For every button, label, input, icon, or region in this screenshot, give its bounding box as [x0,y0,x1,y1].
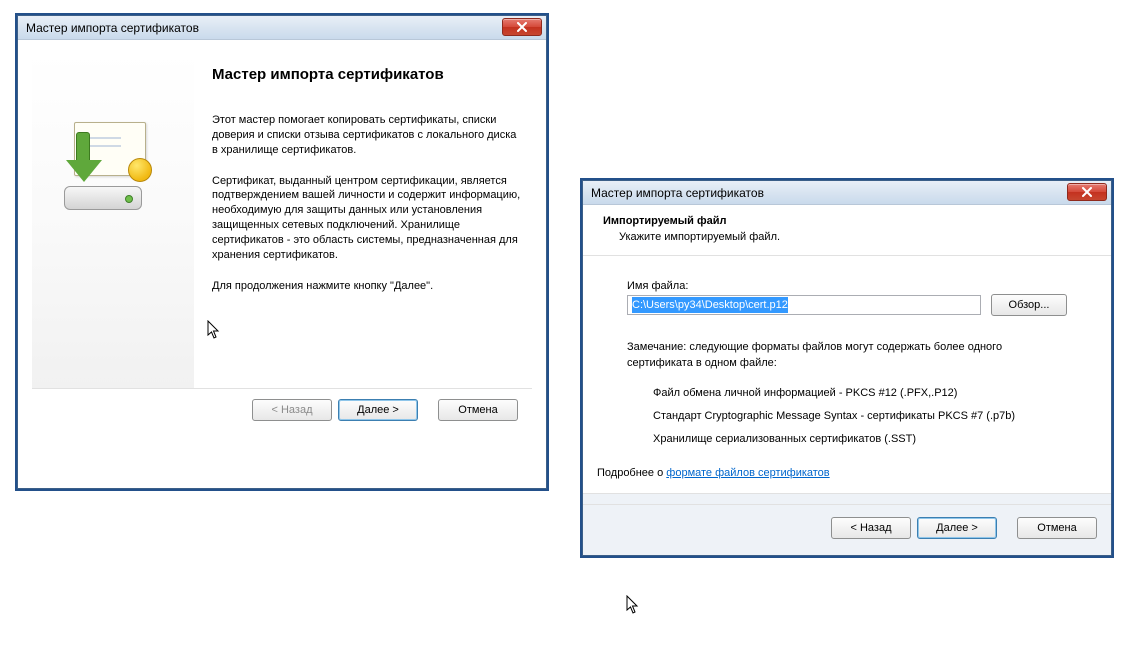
step-subtitle: Укажите импортируемый файл. [619,231,1091,243]
filename-input[interactable]: C:\Users\py34\Desktop\cert.p12 [627,295,981,315]
wizard-heading: Мастер импорта сертификатов [212,66,524,83]
learn-prefix: Подробнее о [597,467,666,479]
cancel-button[interactable]: Отмена [438,399,518,421]
wizard-paragraph: Сертификат, выданный центром сертификаци… [212,174,524,263]
formats-note: Замечание: следующие форматы файлов могу… [627,340,1067,372]
browse-button[interactable]: Обзор... [991,294,1067,316]
filename-label: Имя файла: [627,280,1067,292]
next-button[interactable]: Далее > [917,517,997,539]
filename-value: C:\Users\py34\Desktop\cert.p12 [632,297,788,313]
cancel-button[interactable]: Отмена [1017,517,1097,539]
close-button[interactable] [502,18,542,36]
back-button[interactable]: < Назад [831,517,911,539]
titlebar[interactable]: Мастер импорта сертификатов [18,16,546,40]
format-item: Стандарт Cryptographic Message Syntax - … [653,405,1067,428]
close-icon [1082,187,1092,197]
window-title: Мастер импорта сертификатов [26,21,199,35]
wizard-side-panel [32,52,194,388]
wizard-paragraph: Этот мастер помогает копировать сертифик… [212,113,524,158]
learn-more-line: Подробнее о формате файлов сертификатов [583,459,1111,493]
cursor-icon [626,595,638,613]
step-title: Импортируемый файл [603,215,1091,227]
close-icon [517,22,527,32]
learn-more-link[interactable]: формате файлов сертификатов [666,467,829,479]
window-title: Мастер импорта сертификатов [591,186,764,200]
titlebar[interactable]: Мастер импорта сертификатов [583,181,1111,205]
wizard-step-header: Импортируемый файл Укажите импортируемый… [583,205,1111,256]
button-row: < Назад Далее > Отмена [32,399,532,435]
format-item: Хранилище сериализованных сертификатов (… [653,428,1067,451]
next-button[interactable]: Далее > [338,399,418,421]
format-item: Файл обмена личной информацией - PKCS #1… [653,382,1067,405]
cursor-icon [207,320,219,338]
button-row: < Назад Далее > Отмена [583,504,1111,555]
wizard-paragraph: Для продолжения нажмите кнопку "Далее". [212,279,524,294]
back-button: < Назад [252,399,332,421]
import-certificate-icon [56,122,166,232]
close-button[interactable] [1067,183,1107,201]
